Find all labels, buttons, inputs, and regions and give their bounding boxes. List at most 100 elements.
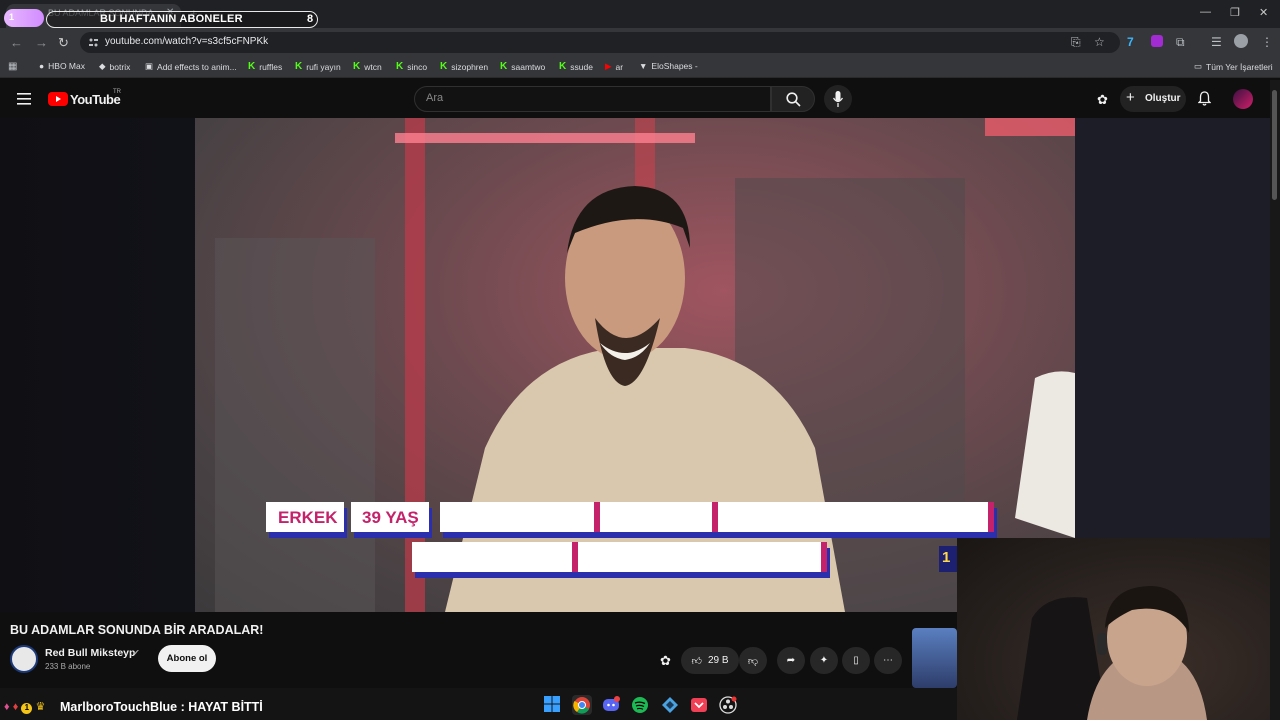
- bookmark-label: HBO Max: [48, 61, 85, 71]
- maximize-icon[interactable]: ❐: [1230, 6, 1240, 19]
- bookmark-hbo-max[interactable]: ● HBO Max: [39, 61, 85, 71]
- subscribe-button[interactable]: Abone ol: [158, 645, 216, 672]
- bookmark-ssude[interactable]: Kssude: [559, 61, 593, 72]
- bookmark-add-effects[interactable]: ▣ Add effects to anim...: [145, 61, 237, 72]
- all-bookmarks[interactable]: ▭ Tüm Yer İşaretleri: [1194, 61, 1273, 72]
- overlay-label-blank: [440, 502, 600, 532]
- url-text[interactable]: youtube.com/watch?v=s3cf5cFNPKk: [105, 36, 268, 47]
- sparkle-extension-icon[interactable]: ✿: [660, 653, 671, 669]
- search-button[interactable]: [771, 86, 815, 112]
- youtube-logo-icon[interactable]: [48, 92, 68, 106]
- eloshapes-icon: ▼: [639, 61, 648, 71]
- search-input[interactable]: Ara: [426, 92, 443, 104]
- forward-icon[interactable]: →: [35, 35, 48, 50]
- thumbs-down-icon: 👎︎: [747, 655, 759, 667]
- sparkle-extension-icon[interactable]: ✿: [1097, 92, 1108, 108]
- botrix-icon: ◆: [99, 61, 106, 71]
- obs-taskbar-icon[interactable]: [718, 695, 738, 715]
- more-actions-button[interactable]: ⋯: [874, 647, 902, 674]
- bookmark-label: saamtwo: [511, 61, 546, 72]
- scrollbar-thumb[interactable]: [1272, 90, 1277, 200]
- bookmark-label: ssude: [570, 61, 593, 72]
- profile-avatar[interactable]: [1234, 34, 1248, 48]
- stream-overlay-title: BU HAFTANIN ABONELER: [100, 13, 243, 25]
- chat-message: MarlboroTouchBlue : HAYAT BİTTİ: [60, 700, 263, 714]
- like-count: 29 B: [707, 655, 729, 666]
- bookmark-icon: ▯: [853, 655, 859, 666]
- bookmark-saamtwo[interactable]: Ksaamtwo: [500, 61, 545, 72]
- bookmark-label: ar: [615, 61, 624, 72]
- minimize-icon[interactable]: —: [1200, 6, 1211, 18]
- like-button[interactable]: 👍︎ 29 B: [681, 647, 739, 674]
- bookmark-sizophren[interactable]: Ksizophren: [440, 61, 488, 72]
- video-player[interactable]: ERKEK 39 YAŞ 1: [195, 118, 1075, 612]
- subscriber-count: 233 B abone: [45, 662, 91, 671]
- share-button[interactable]: ➦: [777, 647, 805, 674]
- bookmark-sinco[interactable]: Ksinco: [396, 61, 427, 72]
- bookmark-label: wtcn: [364, 61, 382, 72]
- install-app-icon[interactable]: ⎘: [1071, 35, 1081, 50]
- browser-menu-icon[interactable]: ⋮: [1261, 35, 1273, 49]
- channel-avatar[interactable]: [10, 645, 38, 673]
- bookmark-botrix[interactable]: ◆ botrix: [99, 61, 130, 72]
- folder-icon: ▭: [1194, 61, 1203, 71]
- streamer-webcam: [957, 538, 1280, 720]
- extensions-puzzle-icon[interactable]: ⧉: [1176, 35, 1185, 50]
- reload-icon[interactable]: ↻: [58, 35, 69, 51]
- thumbs-up-icon: 👍︎: [691, 655, 702, 667]
- bookmark-ruffles[interactable]: Kruffles: [248, 61, 282, 72]
- back-icon[interactable]: ←: [10, 35, 23, 50]
- app-taskbar-icon[interactable]: [660, 695, 680, 715]
- account-avatar[interactable]: [1233, 89, 1253, 109]
- discord-taskbar-icon[interactable]: [601, 695, 621, 715]
- extension-purple-icon[interactable]: [1151, 35, 1163, 47]
- bookmark-star-icon[interactable]: ☆: [1094, 35, 1105, 49]
- overlay-label-blank: [600, 502, 718, 532]
- ask-button[interactable]: ✦: [810, 647, 838, 674]
- site-info-icon[interactable]: [88, 37, 99, 48]
- extension-7tv-icon[interactable]: 7: [1127, 35, 1134, 49]
- bookmark-ar[interactable]: ▶ ar: [605, 61, 623, 72]
- more-icon: ⋯: [883, 655, 893, 666]
- kick-icon: K: [353, 61, 361, 72]
- chat-badges: ♦ ♦ 1 ♛: [4, 700, 45, 714]
- bookmark-label: ruffles: [259, 61, 283, 72]
- apps-grid-icon[interactable]: ▦: [8, 61, 17, 72]
- close-window-icon[interactable]: ✕: [1259, 6, 1268, 19]
- channel-name[interactable]: Red Bull Miksteyp: [45, 647, 135, 659]
- verified-icon: ✔: [133, 648, 140, 657]
- stream-overlay-index: 1: [9, 12, 15, 22]
- reading-list-icon[interactable]: ☰: [1211, 35, 1222, 49]
- kick-icon: K: [559, 61, 567, 72]
- suggested-video-thumbnail[interactable]: [912, 628, 957, 688]
- overlay-text-age: 39 YAŞ: [362, 508, 419, 527]
- badge-red-icon: ♦: [12, 701, 19, 713]
- bookmark-label: Add effects to anim...: [157, 61, 237, 72]
- bookmark-rufi-yayin[interactable]: Krufi yayın: [295, 61, 341, 72]
- share-icon: ➦: [786, 655, 796, 666]
- save-button[interactable]: ▯: [842, 647, 870, 674]
- dislike-button[interactable]: 👎︎: [739, 647, 767, 674]
- kick-icon: K: [440, 61, 448, 72]
- badge-gift-icon: ♦: [4, 701, 10, 713]
- create-label: Oluştur: [1145, 93, 1181, 104]
- notifications-bell-icon[interactable]: [1198, 91, 1211, 106]
- youtube-region: TR: [113, 89, 121, 95]
- bookmark-eloshapes[interactable]: ▼ EloShapes -: [639, 61, 698, 71]
- spotify-taskbar-icon[interactable]: [630, 695, 650, 715]
- pocket-taskbar-icon[interactable]: [689, 695, 709, 715]
- overlay-partial-number: 1: [939, 546, 959, 572]
- youtube-icon: ▶: [605, 61, 612, 71]
- voice-search-icon[interactable]: [824, 85, 852, 113]
- search-box[interactable]: [414, 86, 771, 112]
- hamburger-menu-icon[interactable]: [17, 93, 31, 105]
- bookmark-label: rufi yayın: [306, 61, 341, 72]
- chrome-taskbar-icon[interactable]: [572, 695, 592, 715]
- bookmark-wtcn[interactable]: Kwtcn: [353, 61, 382, 72]
- overlay-label-blank: [412, 542, 578, 572]
- video-frame-illustration: [215, 118, 1075, 612]
- badge-crown-icon: ♛: [35, 701, 46, 713]
- stream-overlay-count: 8: [307, 13, 314, 25]
- windows-start-icon[interactable]: [543, 695, 563, 715]
- bookmark-label: sinco: [407, 61, 428, 72]
